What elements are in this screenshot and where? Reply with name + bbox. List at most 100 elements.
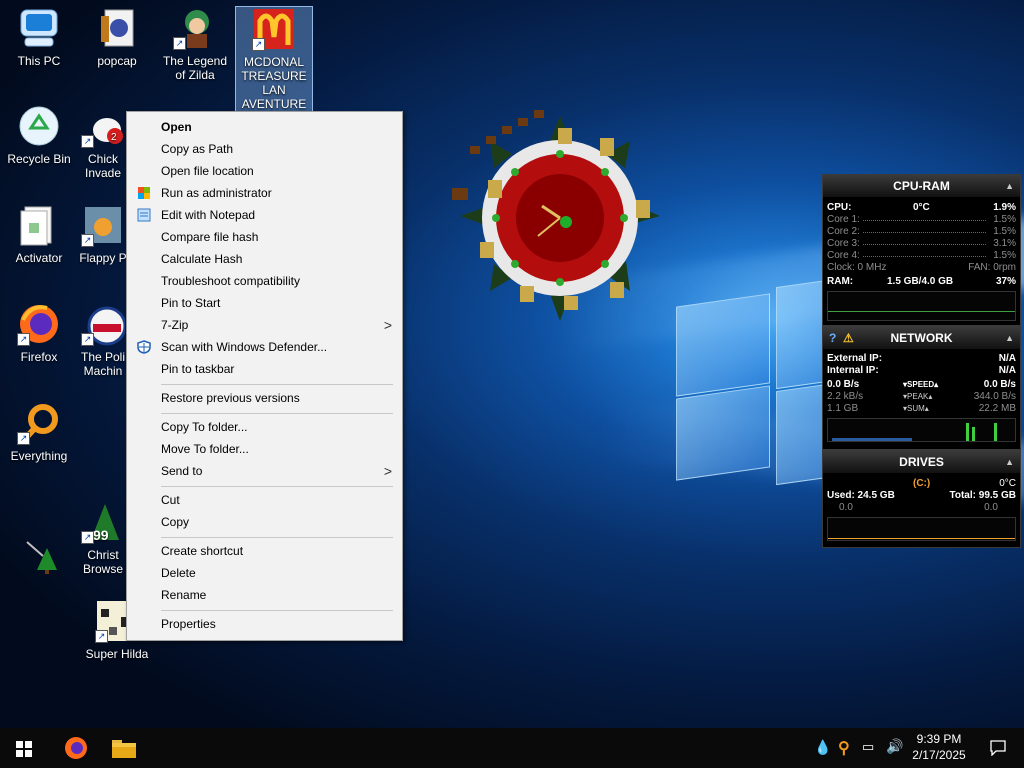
svg-text:2: 2 xyxy=(111,132,117,143)
menu-item-label: Compare file hash xyxy=(161,230,259,244)
christmas-browser-icon: 99 ↗ xyxy=(81,500,125,544)
desktop-icon-recycle-bin[interactable]: Recycle Bin xyxy=(1,104,77,166)
drive-io-row: 0.0 0.0 xyxy=(823,502,1020,514)
desktop-icon-everything[interactable]: ↗ Everything xyxy=(1,401,77,463)
collapse-icon[interactable]: ▲ xyxy=(1005,175,1014,197)
desktop-icon-flappy[interactable]: ↗ Flappy P xyxy=(79,203,127,265)
help-icon[interactable]: ? xyxy=(829,327,836,349)
shortcut-arrow-icon: ↗ xyxy=(81,333,94,346)
menu-item-open-file-location[interactable]: Open file location xyxy=(127,160,402,182)
desktop-icon-legend-of-zilda[interactable]: ↗ The Legend of Zilda xyxy=(157,6,233,82)
taskbar-clock[interactable]: 9:39 PM 2/17/2025 xyxy=(904,731,974,763)
desktop-icon-label: Christ Browse xyxy=(82,548,123,576)
menu-item-label: Copy xyxy=(161,515,190,529)
menu-separator xyxy=(161,413,393,414)
core-row: Core 3: 3.1% xyxy=(823,238,1020,250)
menu-item-delete[interactable]: Delete xyxy=(127,562,402,584)
desktop-icon-tree-cursor[interactable] xyxy=(1,534,77,582)
menu-item-move-to-folder[interactable]: Move To folder... xyxy=(127,438,402,460)
desktop-icon-politics-machine[interactable]: ↗ The Poli Machin xyxy=(79,302,127,378)
taskbar-file-explorer-button[interactable] xyxy=(100,728,148,768)
everything-tray-icon[interactable]: ⚲ xyxy=(838,738,850,758)
menu-item-restore-previous-versions[interactable]: Restore previous versions xyxy=(127,387,402,409)
menu-item-create-shortcut[interactable]: Create shortcut xyxy=(127,540,402,562)
menu-separator xyxy=(161,384,393,385)
cpu-ram-gadget[interactable]: CPU-RAM ▲ CPU: 0°C 1.9% Core 1: 1.5% Core … xyxy=(822,174,1021,326)
shortcut-arrow-icon: ↗ xyxy=(173,37,186,50)
network-tray-icon[interactable]: ▭ xyxy=(862,739,874,755)
game-character-icon: ↗ xyxy=(173,6,217,50)
desktop-icon-chicken-invaders[interactable]: 2 ↗ Chick Invade xyxy=(79,104,127,180)
desktop-icon-label: The Legend of Zilda xyxy=(162,54,228,82)
menu-item-properties[interactable]: Properties xyxy=(127,613,402,635)
core-label: Core 1: xyxy=(827,214,860,225)
drive-write: 0.0 xyxy=(984,502,998,513)
menu-item-cut[interactable]: Cut xyxy=(127,489,402,511)
taskbar-firefox-button[interactable] xyxy=(52,728,100,768)
menu-item-run-as-administrator[interactable]: Run as administrator xyxy=(127,182,402,204)
peak-upload: 344.0 B/s xyxy=(973,391,1016,402)
menu-separator xyxy=(161,610,393,611)
network-graph xyxy=(827,418,1016,442)
menu-item-copy-to-folder[interactable]: Copy To folder... xyxy=(127,416,402,438)
water-drop-icon[interactable]: 💧 xyxy=(814,739,831,756)
context-menu: Open Copy as Path Open file location Run… xyxy=(126,111,403,641)
menu-item-pin-to-start[interactable]: Pin to Start xyxy=(127,292,402,314)
menu-item-label: Troubleshoot compatibility xyxy=(161,274,300,288)
desktop-icon-popcap[interactable]: popcap xyxy=(79,6,155,68)
network-gadget[interactable]: ? ⚠ NETWORK ▲ External IP: N/A Internal IP… xyxy=(822,326,1021,450)
shortcut-arrow-icon: ↗ xyxy=(95,630,108,643)
menu-item-label: Rename xyxy=(161,588,207,602)
start-button[interactable] xyxy=(0,728,48,768)
action-center-button[interactable] xyxy=(976,728,1020,768)
menu-item-label: Cut xyxy=(161,493,180,507)
sum-download: 1.1 GB xyxy=(827,403,859,414)
gadget-title: CPU-RAM xyxy=(893,179,950,193)
submenu-arrow-icon: > xyxy=(383,317,392,333)
drive-used: Used: 24.5 GB xyxy=(827,490,895,501)
desktop-icon-christmas-browser[interactable]: 99 ↗ Christ Browse xyxy=(79,500,127,576)
menu-item-calculate-hash[interactable]: Calculate Hash xyxy=(127,248,402,270)
fan-speed: FAN: 0rpm xyxy=(968,262,1016,273)
menu-separator xyxy=(161,537,393,538)
cpu-ram-header: CPU-RAM ▲ xyxy=(823,175,1020,197)
drives-gadget[interactable]: DRIVES ▲ (C:) 0°C Used: 24.5 GB Total: 99.5… xyxy=(822,450,1021,548)
volume-icon[interactable]: 🔊 xyxy=(886,738,903,755)
menu-item-label: Pin to Start xyxy=(161,296,221,310)
cpu-percent: 1.9% xyxy=(993,202,1016,213)
menu-item-edit-with-notepad[interactable]: Edit with Notepad xyxy=(127,204,402,226)
menu-item-pin-to-taskbar[interactable]: Pin to taskbar xyxy=(127,358,402,380)
warning-icon: ⚠ xyxy=(843,331,854,345)
menu-item-scan-with-defender[interactable]: Scan with Windows Defender... xyxy=(127,336,402,358)
menu-item-7-zip[interactable]: 7-Zip > xyxy=(127,314,402,336)
menu-item-copy-as-path[interactable]: Copy as Path xyxy=(127,138,402,160)
desktop-icon-activator[interactable]: Activator xyxy=(1,203,77,265)
collapse-icon[interactable]: ▲ xyxy=(1005,327,1014,349)
menu-item-send-to[interactable]: Send to > xyxy=(127,460,402,482)
peak-label: PEAK xyxy=(907,392,929,401)
popcap-folder-icon xyxy=(95,6,139,50)
menu-item-open[interactable]: Open xyxy=(127,116,402,138)
desktop-icon-this-pc[interactable]: This PC xyxy=(1,6,77,68)
menu-item-compare-file-hash[interactable]: Compare file hash xyxy=(127,226,402,248)
core-row: Core 1: 1.5% xyxy=(823,214,1020,226)
menu-item-label: Calculate Hash xyxy=(161,252,243,266)
clock-speed: Clock: 0 MHz xyxy=(827,262,887,273)
computer-icon xyxy=(17,6,61,50)
defender-shield-icon xyxy=(137,340,151,354)
menu-item-rename[interactable]: Rename xyxy=(127,584,402,606)
ram-percent: 37% xyxy=(995,276,1016,287)
core-row: Core 4: 1.5% xyxy=(823,250,1020,262)
menu-item-copy[interactable]: Copy xyxy=(127,511,402,533)
collapse-icon[interactable]: ▲ xyxy=(1005,451,1014,473)
christmas-clock-gadget[interactable] xyxy=(440,96,680,326)
desktop-icon-mcdonal-treasure[interactable]: ↗ MCDONAL TREASURE LAN AVENTURE xyxy=(235,6,313,114)
desktop-icon-label: popcap xyxy=(97,54,137,68)
menu-item-troubleshoot-compatibility[interactable]: Troubleshoot compatibility xyxy=(127,270,402,292)
desktop-icon-firefox[interactable]: ↗ Firefox xyxy=(1,302,77,364)
external-ip-label: External IP: xyxy=(827,353,883,364)
core-label: Core 3: xyxy=(827,238,860,249)
internal-ip-row: Internal IP: N/A xyxy=(823,365,1020,377)
drive-total: Total: 99.5 GB xyxy=(949,490,1017,501)
core-row: Core 2: 1.5% xyxy=(823,226,1020,238)
